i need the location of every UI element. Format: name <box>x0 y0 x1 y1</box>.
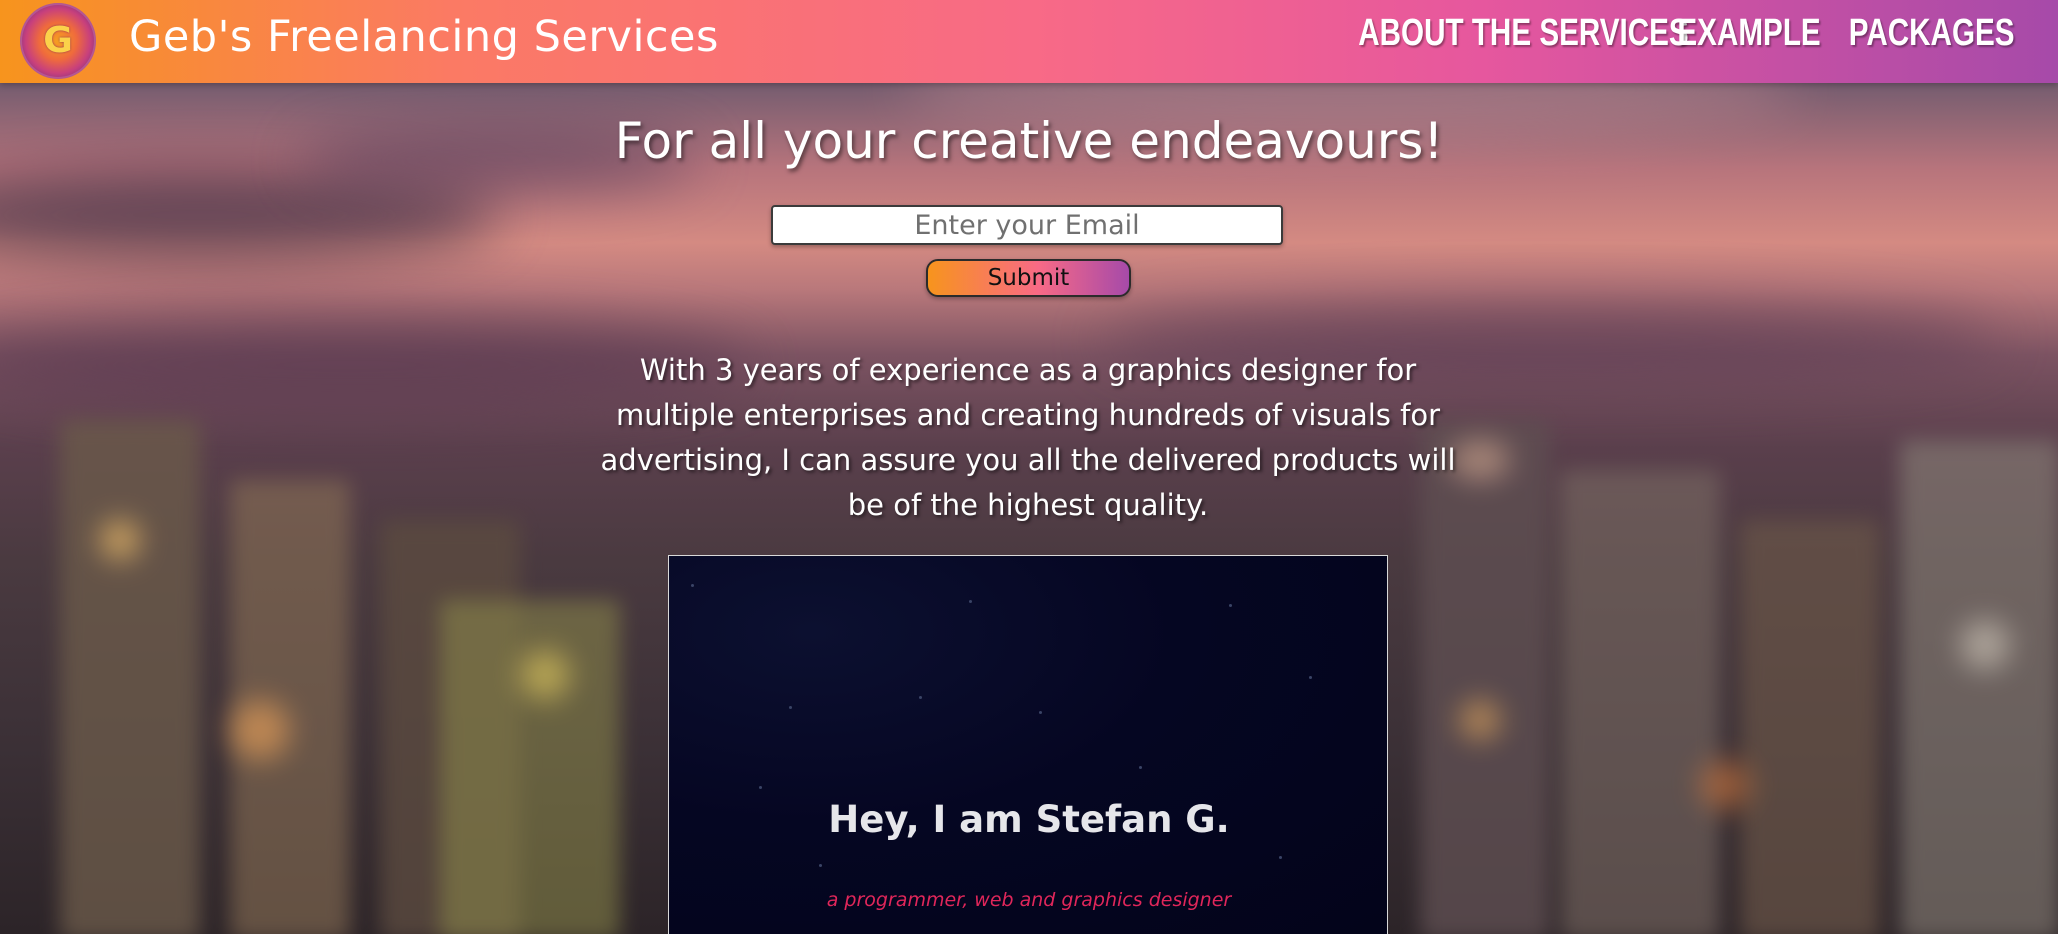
intro-embed-frame[interactable]: Hey, I am Stefan G. a programmer, web an… <box>668 555 1388 934</box>
email-input[interactable] <box>771 205 1283 245</box>
submit-button[interactable]: Submit <box>926 259 1131 297</box>
logo-icon[interactable]: G <box>20 3 96 79</box>
star-decoration <box>759 786 762 789</box>
star-decoration <box>691 584 694 587</box>
star-decoration <box>1039 711 1042 714</box>
experience-paragraph: With 3 years of experience as a graphics… <box>600 353 1456 522</box>
star-decoration <box>919 696 922 699</box>
embed-heading: Hey, I am Stefan G. <box>828 798 1230 841</box>
star-decoration <box>1279 856 1282 859</box>
star-decoration <box>969 600 972 603</box>
star-decoration <box>789 706 792 709</box>
nav-link-packages[interactable]: Packages <box>1849 12 2015 55</box>
nav-link-example[interactable]: Example <box>1677 12 1820 55</box>
star-decoration <box>1229 604 1232 607</box>
logo-letter: G <box>43 20 73 61</box>
star-decoration <box>819 864 822 867</box>
star-decoration <box>1139 766 1142 769</box>
nav-link-about-services[interactable]: About the services <box>1358 12 1688 55</box>
embed-subtitle: a programmer, web and graphics designer <box>826 889 1232 911</box>
top-navbar: G Geb's Freelancing Services About the s… <box>0 0 2058 83</box>
hero-title: For all your creative endeavours! <box>614 112 1444 170</box>
star-decoration <box>1309 676 1312 679</box>
nav-menu: About the services Example Packages <box>1265 12 2015 55</box>
brand-title: Geb's Freelancing Services <box>129 12 719 62</box>
